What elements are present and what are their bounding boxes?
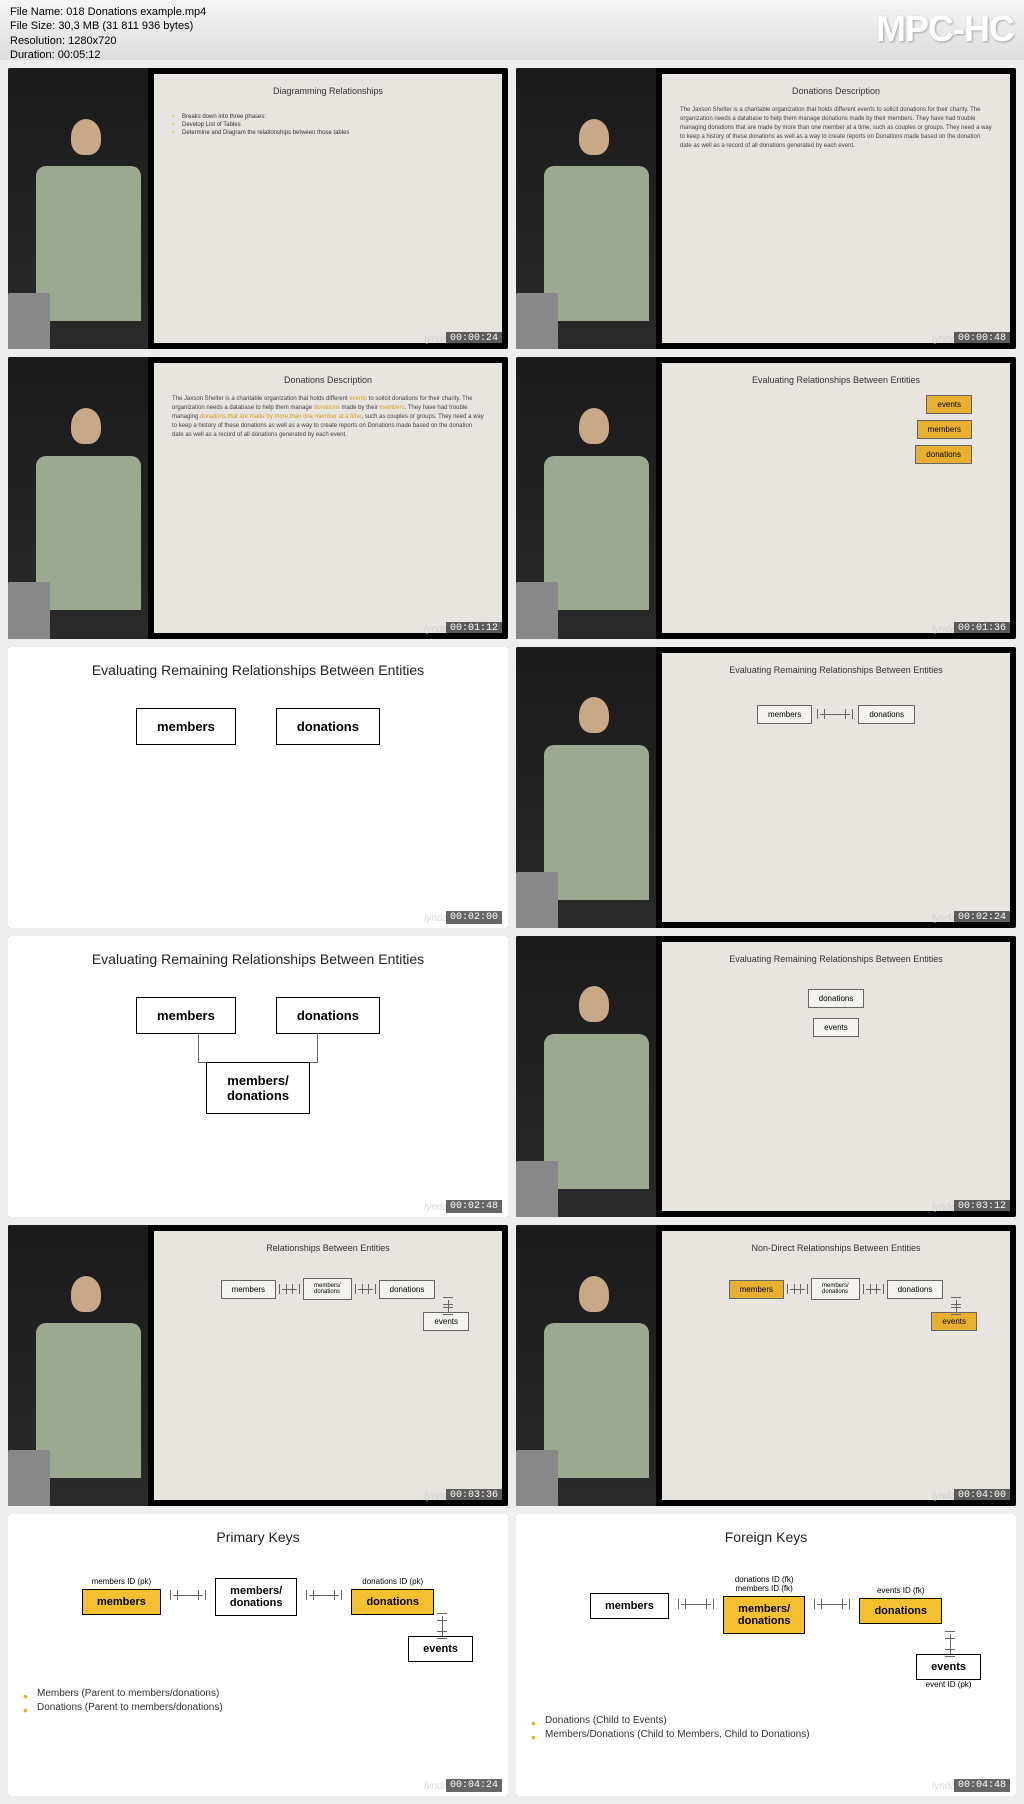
timestamp: 00:02:48 — [446, 1200, 502, 1213]
presenter — [516, 357, 656, 638]
thumbnail[interactable]: Foreign Keys members donations ID (fk) m… — [516, 1514, 1016, 1795]
thumbnail[interactable]: Diagramming Relationships Breaks down in… — [8, 68, 508, 349]
watermark: lynda — [424, 334, 448, 345]
slide-title: Evaluating Remaining Relationships Betwe… — [680, 665, 992, 675]
slide-title: Foreign Keys — [725, 1529, 807, 1545]
watermark: lynda — [424, 624, 448, 635]
watermark: lynda — [424, 1781, 448, 1792]
watermark: lynda — [932, 913, 956, 924]
timestamp: 00:04:48 — [954, 1779, 1010, 1792]
slide-title: Evaluating Relationships Between Entitie… — [680, 375, 992, 385]
watermark: lynda — [932, 624, 956, 635]
timestamp: 00:04:00 — [954, 1489, 1010, 1502]
file-size: 30,3 MB (31 811 936 bytes) — [58, 20, 193, 32]
file-name: 018 Donations example.mp4 — [66, 6, 206, 18]
presenter — [516, 647, 656, 928]
slide-title: Donations Description — [680, 86, 992, 96]
thumbnail[interactable]: Non-Direct Relationships Between Entitie… — [516, 1225, 1016, 1506]
thumbnail[interactable]: Evaluating Relationships Between Entitie… — [516, 357, 1016, 638]
slide-title: Evaluating Remaining Relationships Betwe… — [92, 662, 424, 678]
thumbnail[interactable]: Evaluating Remaining Relationships Betwe… — [516, 936, 1016, 1217]
thumbnail[interactable]: Relationships Between Entities members m… — [8, 1225, 508, 1506]
watermark: lynda — [424, 913, 448, 924]
app-logo: MPC-HC — [876, 8, 1014, 50]
slide-title: Evaluating Remaining Relationships Betwe… — [680, 954, 992, 964]
timestamp: 00:04:24 — [446, 1779, 502, 1792]
slide-title: Donations Description — [172, 375, 484, 385]
timestamp: 00:02:00 — [446, 911, 502, 924]
duration: 00:05:12 — [58, 49, 101, 61]
thumbnail[interactable]: Donations Description The Jaxson Shelter… — [8, 357, 508, 638]
thumbnail[interactable]: Evaluating Remaining Relationships Betwe… — [516, 647, 1016, 928]
watermark: lynda — [424, 1491, 448, 1502]
resolution: 1280x720 — [68, 35, 116, 47]
watermark: lynda — [932, 1781, 956, 1792]
presenter — [516, 1225, 656, 1506]
watermark: lynda — [424, 1202, 448, 1213]
slide-title: Diagramming Relationships — [172, 86, 484, 96]
thumbnail[interactable]: Primary Keys members ID (pk) members mem… — [8, 1514, 508, 1795]
watermark: lynda — [932, 1202, 956, 1213]
slide-title: Primary Keys — [216, 1529, 299, 1545]
slide-title: Non-Direct Relationships Between Entitie… — [680, 1243, 992, 1253]
watermark: lynda — [932, 1491, 956, 1502]
slide-title: Evaluating Remaining Relationships Betwe… — [92, 951, 424, 967]
timestamp: 00:03:36 — [446, 1489, 502, 1502]
info-header: File Name: 018 Donations example.mp4 Fil… — [0, 0, 1024, 60]
slide-title: Relationships Between Entities — [172, 1243, 484, 1253]
presenter — [8, 357, 148, 638]
timestamp: 00:01:12 — [446, 622, 502, 635]
thumbnail-grid: Diagramming Relationships Breaks down in… — [0, 60, 1024, 1804]
presenter — [516, 68, 656, 349]
presenter — [516, 936, 656, 1217]
timestamp: 00:02:24 — [954, 911, 1010, 924]
thumbnail[interactable]: Evaluating Remaining Relationships Betwe… — [8, 936, 508, 1217]
watermark: lynda — [932, 334, 956, 345]
timestamp: 00:00:24 — [446, 332, 502, 345]
thumbnail[interactable]: Donations Description The Jaxson Shelter… — [516, 68, 1016, 349]
presenter — [8, 1225, 148, 1506]
timestamp: 00:01:36 — [954, 622, 1010, 635]
timestamp: 00:03:12 — [954, 1200, 1010, 1213]
thumbnail[interactable]: Evaluating Remaining Relationships Betwe… — [8, 647, 508, 928]
presenter — [8, 68, 148, 349]
timestamp: 00:00:48 — [954, 332, 1010, 345]
